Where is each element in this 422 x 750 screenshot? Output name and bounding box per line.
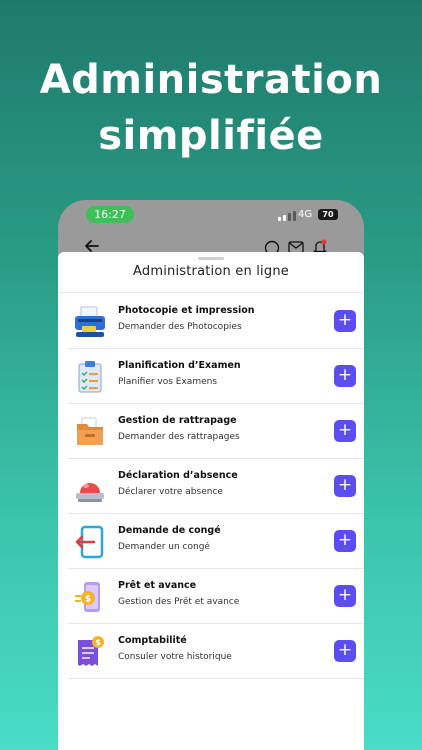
admin-service-list: Photocopie et impression Demander des Ph… <box>68 294 364 679</box>
add-button[interactable]: + <box>334 310 356 332</box>
alarm-light-icon <box>76 483 104 502</box>
add-button[interactable]: + <box>334 365 356 387</box>
headline: Administration simplifiée <box>0 52 422 164</box>
list-item-comptabilite[interactable]: $ Comptabilité Consuler votre historique… <box>68 624 364 679</box>
invoice-icon: $ <box>78 636 104 666</box>
headline-line-1: Administration <box>39 57 383 103</box>
item-subtitle: Demander des Photocopies <box>118 322 242 332</box>
list-item-pret[interactable]: $ Prêt et avance Gestion des Prêt et ava… <box>68 569 364 624</box>
item-subtitle: Demander un congé <box>118 542 210 552</box>
add-button[interactable]: + <box>334 475 356 497</box>
add-button[interactable]: + <box>334 530 356 552</box>
printer-icon <box>75 306 105 337</box>
folder-icon <box>77 417 103 445</box>
item-label: Demande de congé <box>118 525 221 536</box>
list-item-rattrapage[interactable]: Gestion de rattrapage Demander des rattr… <box>68 404 364 459</box>
money-phone-icon: $ <box>75 582 100 612</box>
item-label: Planification d’Examen <box>118 360 241 371</box>
status-bar: 16:27 4G 70 <box>58 200 364 228</box>
clipboard-icon <box>78 361 102 393</box>
item-subtitle: Déclarer votre absence <box>118 487 223 497</box>
bottom-sheet: Administration en ligne Photocopie et im… <box>58 252 364 750</box>
sheet-title: Administration en ligne <box>133 264 289 279</box>
add-button[interactable]: + <box>334 585 356 607</box>
network-type: 4G <box>298 209 313 220</box>
item-label: Comptabilité <box>118 635 187 646</box>
phone-frame: 16:27 4G 70 Administration en ligne Phot… <box>58 200 364 750</box>
item-label: Déclaration d’absence <box>118 470 238 481</box>
svg-text:$: $ <box>95 638 101 647</box>
sheet-handle[interactable] <box>198 257 224 260</box>
item-subtitle: Consuler votre historique <box>118 652 232 662</box>
status-time: 16:27 <box>86 206 134 223</box>
svg-text:$: $ <box>85 595 91 605</box>
battery-icon: 70 <box>318 209 338 220</box>
title-divider <box>58 292 364 293</box>
item-subtitle: Gestion des Prêt et avance <box>118 597 240 607</box>
item-subtitle: Planifier vos Examens <box>118 377 218 387</box>
list-item-absence[interactable]: Déclaration d’absence Déclarer votre abs… <box>68 459 364 514</box>
headline-line-2: simplifiée <box>98 113 324 159</box>
exit-door-icon <box>75 525 104 559</box>
item-label: Gestion de rattrapage <box>118 415 237 426</box>
add-button[interactable]: + <box>334 640 356 662</box>
item-label: Photocopie et impression <box>118 305 255 316</box>
item-subtitle: Demander des rattrapages <box>118 432 240 442</box>
list-item-photocopie[interactable]: Photocopie et impression Demander des Ph… <box>68 294 364 349</box>
signal-icon <box>278 211 296 221</box>
list-item-planification[interactable]: Planification d’Examen Planifier vos Exa… <box>68 349 364 404</box>
list-item-conge[interactable]: Demande de congé Demander un congé + <box>68 514 364 569</box>
item-label: Prêt et avance <box>118 580 197 591</box>
add-button[interactable]: + <box>334 420 356 442</box>
